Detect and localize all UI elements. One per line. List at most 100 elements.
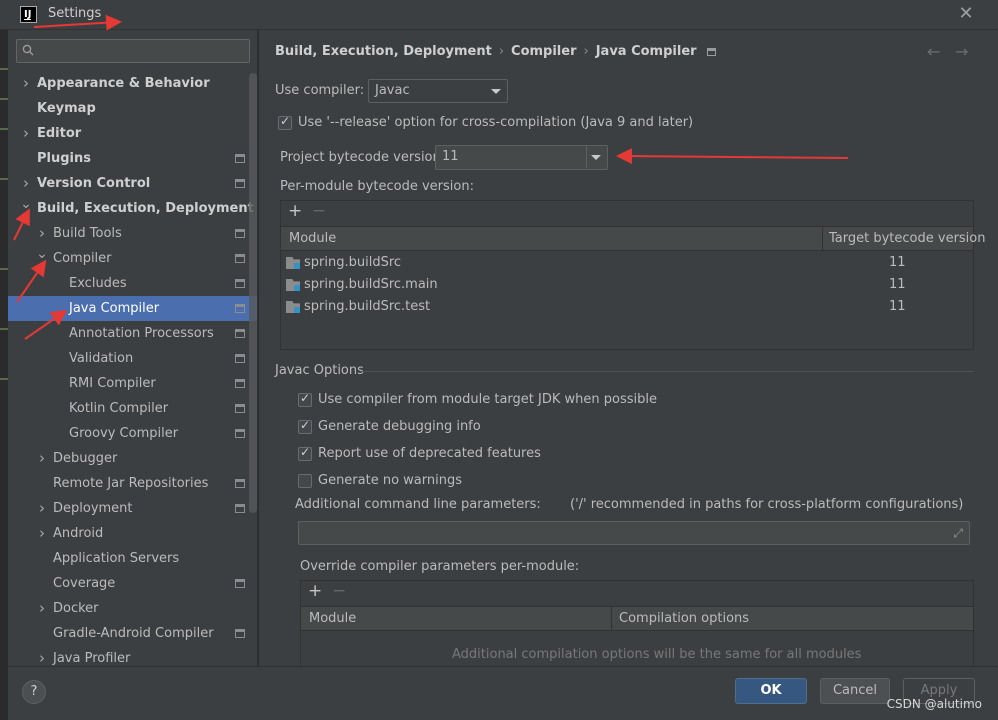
table-toolbar: + − — [301, 581, 973, 606]
chevron-right-icon[interactable]: › — [36, 446, 48, 471]
column-header-target-version[interactable]: Target bytecode version — [829, 231, 986, 246]
cmd-params-label: Additional command line parameters: — [295, 497, 541, 512]
tree-item-keymap[interactable]: Keymap — [8, 96, 257, 121]
project-bytecode-value: 11 — [442, 149, 459, 164]
chevron-right-icon[interactable]: › — [36, 646, 48, 666]
tree-item-kotlin-compiler[interactable]: Kotlin Compiler — [8, 396, 257, 421]
project-scope-icon — [235, 479, 245, 488]
tree-item-deployment[interactable]: › Deployment — [8, 496, 257, 521]
remove-icon[interactable]: − — [332, 581, 346, 601]
tree-item-validation[interactable]: Validation — [8, 346, 257, 371]
table-row[interactable]: spring.buildSrc.test 11 — [281, 296, 973, 318]
section-divider — [360, 371, 974, 372]
close-button[interactable]: ✕ — [956, 4, 976, 24]
project-scope-icon — [235, 154, 245, 163]
table-header: Module Target bytecode version — [281, 226, 986, 251]
project-scope-icon — [235, 354, 245, 363]
target-version[interactable]: 11 — [889, 299, 906, 314]
ok-button[interactable]: OK — [735, 678, 807, 704]
tree-item-label: Android — [53, 526, 104, 541]
chevron-right-icon[interactable]: › — [36, 596, 48, 621]
chevron-down-icon — [591, 155, 601, 160]
project-scope-icon — [235, 179, 245, 188]
tree-item-version-control[interactable]: › Version Control — [8, 171, 257, 196]
chevron-down-icon[interactable]: ⌄ — [36, 242, 48, 267]
javac-option-checkbox[interactable] — [298, 418, 312, 434]
forward-arrow-icon[interactable]: → — [955, 42, 968, 61]
tree-item-coverage[interactable]: Coverage — [8, 571, 257, 596]
tree-item-compiler[interactable]: ⌄ Compiler — [8, 246, 257, 271]
target-version[interactable]: 11 — [889, 255, 906, 270]
tree-item-java-compiler[interactable]: Java Compiler — [8, 296, 257, 321]
tree-item-application-servers[interactable]: Application Servers — [8, 546, 257, 571]
settings-search-input[interactable] — [16, 39, 250, 63]
chevron-right-icon[interactable]: › — [20, 71, 32, 96]
tree-item-java-profiler[interactable]: › Java Profiler — [8, 646, 257, 666]
tree-item-gradle-android-compiler[interactable]: Gradle-Android Compiler — [8, 621, 257, 646]
release-option-checkbox[interactable] — [278, 114, 292, 130]
background-editor-strip — [0, 28, 8, 668]
chevron-down-icon[interactable]: ⌄ — [20, 192, 32, 217]
tree-item-label: RMI Compiler — [69, 376, 156, 391]
per-module-label: Per-module bytecode version: — [280, 179, 474, 194]
javac-option-label: Generate debugging info — [318, 419, 481, 434]
module-folder-icon — [286, 279, 300, 291]
help-button[interactable]: ? — [22, 680, 46, 704]
tree-item-annotation-processors[interactable]: Annotation Processors — [8, 321, 257, 346]
tree-item-debugger[interactable]: › Debugger — [8, 446, 257, 471]
column-header-module[interactable]: Module — [289, 231, 336, 246]
tree-item-remote-jar-repositories[interactable]: Remote Jar Repositories — [8, 471, 257, 496]
javac-options-title: Javac Options — [275, 363, 364, 378]
project-scope-icon — [235, 629, 245, 638]
javac-option-label: Use compiler from module target JDK when… — [318, 392, 657, 407]
project-bytecode-select[interactable]: 11 — [435, 145, 608, 170]
tree-item-excludes[interactable]: Excludes — [8, 271, 257, 296]
tree-item-editor[interactable]: › Editor — [8, 121, 257, 146]
project-scope-icon — [235, 379, 245, 388]
tree-item-build-execution-deployment[interactable]: ⌄ Build, Execution, Deployment — [8, 196, 257, 221]
cmd-params-input[interactable]: ⤢ — [298, 521, 970, 545]
tree-item-label: Groovy Compiler — [69, 426, 179, 441]
target-version[interactable]: 11 — [889, 277, 906, 292]
tree-item-rmi-compiler[interactable]: RMI Compiler — [8, 371, 257, 396]
settings-navigation-panel: › Appearance & Behavior Keymap › Editor Plugi… — [8, 30, 258, 666]
dialog-button-bar: ? OK Cancel Apply — [8, 666, 998, 720]
tree-item-android[interactable]: › Android — [8, 521, 257, 546]
tree-item-label: Docker — [53, 601, 99, 616]
cancel-button[interactable]: Cancel — [820, 678, 890, 704]
table-row[interactable]: spring.buildSrc 11 — [281, 252, 973, 274]
title-bar: IJ Settings ✕ — [0, 0, 998, 30]
project-scope-icon — [235, 404, 245, 413]
tree-item-label: Version Control — [37, 176, 151, 191]
tree-scrollbar[interactable] — [249, 73, 257, 513]
remove-icon[interactable]: − — [312, 201, 326, 221]
settings-tree: › Appearance & Behavior Keymap › Editor Plugi… — [8, 71, 257, 666]
tree-item-appearance-behavior[interactable]: › Appearance & Behavior — [8, 71, 257, 96]
column-header-compilation-options[interactable]: Compilation options — [619, 611, 749, 626]
javac-option-checkbox[interactable] — [298, 445, 312, 461]
tree-item-label: Compiler — [53, 251, 112, 266]
chevron-right-icon[interactable]: › — [36, 521, 48, 546]
back-arrow-icon[interactable]: ← — [927, 42, 940, 61]
tree-item-label: Appearance & Behavior — [37, 76, 210, 91]
table-row[interactable]: spring.buildSrc.main 11 — [281, 274, 973, 296]
use-compiler-select[interactable]: Javac — [368, 79, 508, 103]
javac-option-checkbox[interactable] — [298, 391, 312, 407]
column-header-module[interactable]: Module — [309, 611, 356, 626]
add-icon[interactable]: + — [308, 581, 322, 601]
project-scope-icon — [235, 329, 245, 338]
tree-item-groovy-compiler[interactable]: Groovy Compiler — [8, 421, 257, 446]
tree-item-label: Keymap — [37, 101, 96, 116]
chevron-right-icon[interactable]: › — [20, 121, 32, 146]
tree-item-label: Kotlin Compiler — [69, 401, 169, 416]
tree-item-plugins[interactable]: Plugins — [8, 146, 257, 171]
chevron-right-icon[interactable]: › — [36, 496, 48, 521]
project-scope-icon — [235, 504, 245, 513]
expand-icon[interactable]: ⤢ — [953, 526, 963, 541]
tree-item-docker[interactable]: › Docker — [8, 596, 257, 621]
project-scope-icon — [235, 429, 245, 438]
tree-item-label: Build, Execution, Deployment — [37, 201, 254, 216]
add-icon[interactable]: + — [288, 201, 302, 221]
tree-item-label: Editor — [37, 126, 82, 141]
javac-option-checkbox[interactable] — [298, 474, 312, 488]
